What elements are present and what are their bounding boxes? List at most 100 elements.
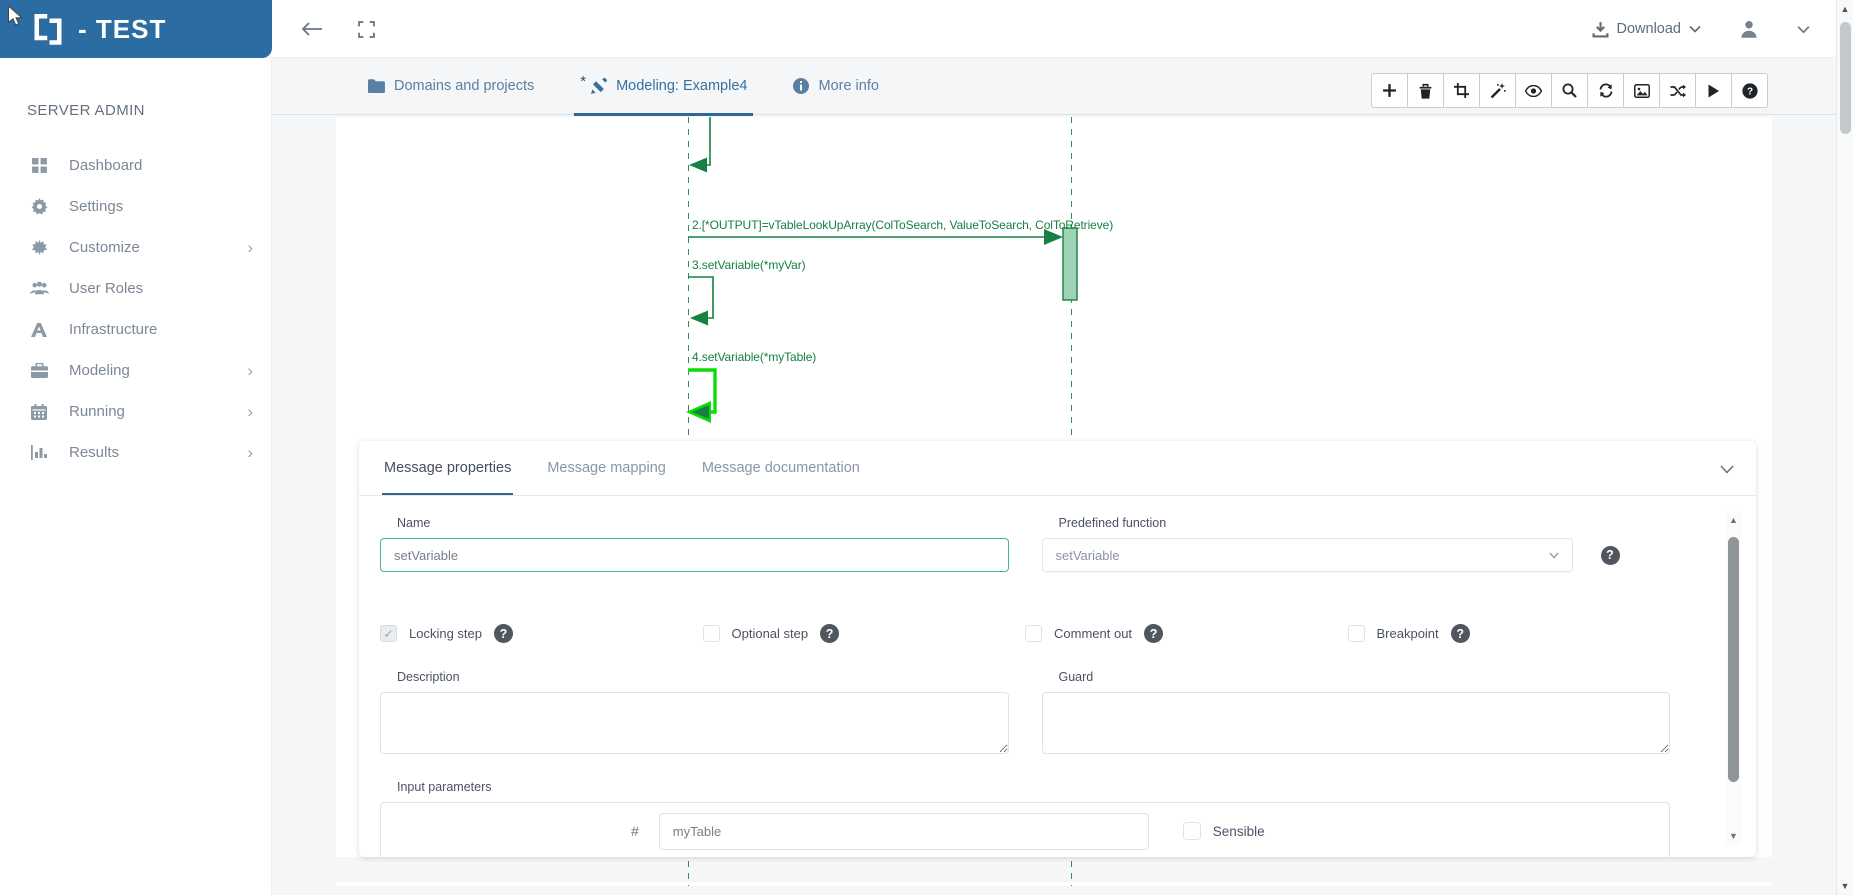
navbar-collapse-button[interactable] — [1797, 25, 1810, 34]
calendar-icon — [27, 404, 51, 420]
message-2-label[interactable]: 2.[*OUTPUT]=vTableLookUpArray(ColToSearc… — [692, 218, 1113, 232]
panel-form: Name Predefined function setVariable ? — [359, 496, 1756, 857]
sidebar-item-settings[interactable]: Settings — [0, 186, 271, 227]
user-icon — [1739, 19, 1759, 39]
message-4-self-arrow-selected[interactable] — [686, 370, 715, 423]
breakpoint-help-icon[interactable]: ? — [1451, 624, 1470, 643]
input-parameters-box: # Sensible — [380, 802, 1670, 857]
download-icon — [1592, 21, 1609, 38]
comment-out-checkbox[interactable] — [1025, 625, 1042, 642]
sidebar: SERVER ADMIN Dashboard Settings Customiz… — [0, 58, 272, 895]
app-title: - TEST — [78, 14, 166, 45]
predefined-function-group: Predefined function setVariable ? — [1042, 516, 1671, 572]
run-button[interactable] — [1695, 73, 1732, 108]
crop-button[interactable] — [1443, 73, 1480, 108]
sidebar-item-infrastructure[interactable]: Infrastructure — [0, 309, 271, 350]
download-button[interactable]: Download — [1592, 21, 1702, 38]
tab-message-properties[interactable]: Message properties — [384, 441, 511, 495]
info-icon — [793, 78, 809, 94]
refresh-button[interactable] — [1587, 73, 1624, 108]
download-label: Download — [1617, 21, 1682, 37]
sidebar-item-user-roles[interactable]: User Roles — [0, 268, 271, 309]
page-scrollbar[interactable]: ▲ ▼ — [1836, 0, 1853, 895]
tab-more-info[interactable]: More info — [793, 58, 878, 114]
panel-scrollbar-thumb[interactable] — [1728, 537, 1739, 782]
panel-collapse-button[interactable] — [1720, 461, 1734, 479]
image-button[interactable] — [1623, 73, 1660, 108]
optional-step-checkbox[interactable] — [703, 625, 720, 642]
chevron-right-icon: › — [247, 238, 253, 258]
zoom-button[interactable] — [1551, 73, 1588, 108]
message-3-label[interactable]: 3.setVariable(*myVar) — [692, 258, 806, 272]
scroll-down-icon[interactable]: ▼ — [1837, 881, 1853, 891]
arrow-left-icon — [300, 20, 324, 38]
chevron-right-icon: › — [247, 361, 253, 381]
sidebar-item-customize[interactable]: Customize › — [0, 227, 271, 268]
shuffle-button[interactable] — [1659, 73, 1696, 108]
folder-icon — [368, 79, 385, 93]
tab-label: Modeling: Example4 — [616, 78, 747, 94]
parameter-value-input[interactable] — [659, 813, 1149, 850]
sidebar-item-modeling[interactable]: Modeling › — [0, 350, 271, 391]
tab-message-documentation[interactable]: Message documentation — [702, 441, 860, 495]
parameter-hash: # — [631, 813, 639, 850]
optional-step-help-icon[interactable]: ? — [820, 624, 839, 643]
content-tab-row: Domains and projects * Modeling: Example… — [272, 58, 1836, 115]
bar-chart-icon — [27, 445, 51, 460]
input-parameters-group: Input parameters # Sensible — [380, 780, 1670, 857]
guard-textarea[interactable] — [1042, 692, 1671, 754]
sidebar-item-label: Running — [69, 403, 247, 420]
locking-step-label: Locking step — [409, 626, 482, 641]
chevron-down-icon — [1689, 25, 1701, 33]
chevron-down-icon — [1797, 25, 1810, 34]
tab-modeling-example4[interactable]: * Modeling: Example4 — [580, 58, 747, 114]
unsaved-indicator: * — [580, 73, 586, 90]
scroll-up-icon[interactable]: ▲ — [1726, 515, 1741, 525]
tab-message-mapping[interactable]: Message mapping — [547, 441, 666, 495]
breakpoint-checkbox[interactable] — [1348, 625, 1365, 642]
shuffle-icon — [1670, 84, 1686, 98]
predefined-function-select[interactable]: setVariable — [1042, 538, 1573, 572]
message-properties-panel: Message properties Message mapping Messa… — [359, 441, 1756, 857]
sidebar-item-results[interactable]: Results › — [0, 432, 271, 473]
user-menu-button[interactable] — [1739, 19, 1759, 39]
sidebar-item-label: Customize — [69, 239, 247, 256]
sidebar-item-running[interactable]: Running › — [0, 391, 271, 432]
sensible-label: Sensible — [1213, 813, 1265, 850]
panel-scrollbar[interactable]: ▲ ▼ — [1726, 511, 1741, 845]
scroll-up-icon[interactable]: ▲ — [1837, 4, 1853, 14]
message-3-self-arrow[interactable] — [688, 277, 713, 326]
optional-step-group: Optional step ? — [703, 624, 1026, 643]
magic-wand-button[interactable] — [1479, 73, 1516, 108]
sidebar-heading: SERVER ADMIN — [27, 102, 271, 119]
sidebar-item-label: User Roles — [69, 280, 253, 297]
comment-out-help-icon[interactable]: ? — [1144, 624, 1163, 643]
top-navbar: Download — [0, 0, 1836, 58]
scroll-down-icon[interactable]: ▼ — [1726, 831, 1741, 841]
name-input[interactable] — [380, 538, 1009, 572]
description-label: Description — [397, 670, 1009, 684]
caret-down-icon — [1549, 552, 1559, 559]
sidebar-item-dashboard[interactable]: Dashboard — [0, 145, 271, 186]
locking-step-help-icon[interactable]: ? — [494, 624, 513, 643]
delete-button[interactable] — [1407, 73, 1444, 108]
locking-step-checkbox[interactable]: ✓ — [380, 625, 397, 642]
sidebar-item-label: Settings — [69, 198, 253, 215]
predefined-help-icon[interactable]: ? — [1601, 546, 1620, 565]
back-button[interactable] — [300, 20, 324, 38]
message-4-label[interactable]: 4.setVariable(*myTable) — [692, 350, 816, 364]
image-icon — [1634, 84, 1650, 98]
app-logo[interactable]: - TEST — [0, 0, 272, 58]
description-textarea[interactable] — [380, 692, 1009, 754]
page-scrollbar-thumb[interactable] — [1840, 22, 1851, 134]
sensible-checkbox[interactable] — [1183, 822, 1201, 840]
crop-icon — [1454, 83, 1469, 98]
sidebar-item-label: Results — [69, 444, 247, 461]
tab-domains-and-projects[interactable]: Domains and projects — [368, 58, 534, 114]
preview-button[interactable] — [1515, 73, 1552, 108]
fullscreen-button[interactable] — [358, 21, 375, 38]
message-1-return-arrow — [689, 117, 710, 173]
briefcase-icon — [27, 363, 51, 378]
add-button[interactable] — [1371, 73, 1408, 108]
help-button[interactable]: ? — [1731, 73, 1768, 108]
